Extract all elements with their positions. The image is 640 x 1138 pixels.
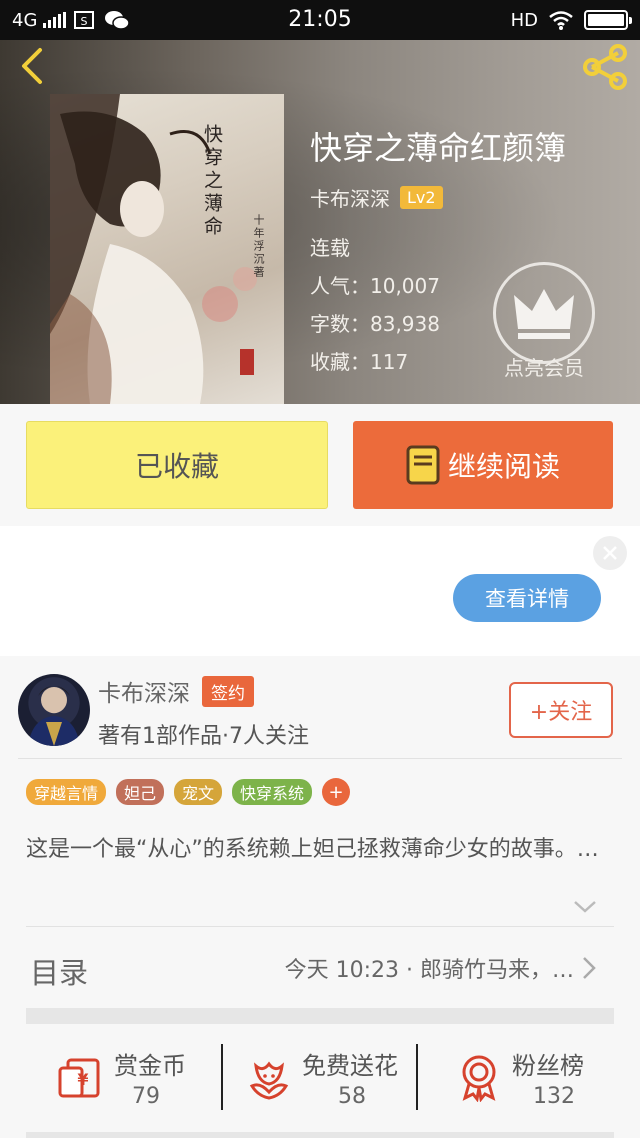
cover-title: 快穿之薄命 (201, 124, 223, 239)
book-info-section: 卡布深深 签约 著有1部作品·7人关注 +关注 穿越言情 妲己 宠文 快穿系统 … (0, 656, 640, 1138)
support-stats-row: ¥ 赏金币 79 免费送花 58 粉丝榜 132 (26, 1024, 614, 1124)
tag-item[interactable]: 宠文 (174, 779, 223, 805)
follow-button[interactable]: +关注 (509, 682, 613, 738)
author-avatar[interactable] (18, 674, 90, 746)
author-row: 卡布深深 Lv2 (310, 183, 443, 212)
favorites-stat: 收藏：117 (310, 350, 409, 374)
view-details-button[interactable]: 查看详情 (453, 574, 601, 622)
cover-subtitle: 十年浮沉著 (252, 214, 265, 279)
cover-seal (240, 349, 254, 375)
book-summary: 这是一个最“从心”的系统赖上妲己拯救薄命少女的故事。… (26, 837, 599, 862)
action-bar: 已收藏 继续阅读 (0, 404, 640, 526)
ad-banner: 查看详情 (0, 526, 640, 656)
add-tag-button[interactable]: + (322, 778, 351, 806)
hd-indicator: HD (510, 9, 538, 31)
battery-icon (584, 10, 632, 30)
vip-membership-button[interactable] (493, 262, 595, 364)
fan-ranking-count: 132 (533, 1084, 575, 1109)
reward-coin-icon: ¥ (58, 1058, 100, 1098)
divider (18, 758, 622, 759)
reward-coin-label: 赏金币 (114, 1052, 186, 1080)
status-bar: 4G S 21:05 HD (0, 0, 640, 40)
free-flower-label: 免费送花 (302, 1052, 398, 1080)
crown-icon (514, 289, 574, 339)
share-icon[interactable] (580, 44, 630, 90)
book-title: 快穿之薄命红颜簿 (310, 129, 567, 167)
word-count-stat: 字数：83,938 (310, 312, 440, 336)
book-icon (406, 445, 440, 485)
divider (416, 1044, 418, 1110)
wifi-icon (549, 11, 573, 30)
tag-item[interactable]: 妲己 (116, 779, 165, 805)
serial-status: 连载 (310, 236, 350, 260)
svg-text:¥: ¥ (77, 1070, 88, 1089)
tag-list: 穿越言情 妲己 宠文 快穿系统 + (26, 778, 351, 806)
close-icon[interactable] (593, 536, 627, 570)
chevron-left-icon[interactable] (14, 46, 54, 86)
signed-badge: 签约 (202, 675, 254, 707)
book-cover[interactable]: 快穿之薄命 红颜 十年浮沉著 (50, 94, 284, 404)
award-ribbon-icon (462, 1055, 496, 1102)
chevron-right-icon (583, 957, 596, 979)
level-badge: Lv2 (400, 186, 443, 209)
divider (26, 926, 614, 927)
author-meta: 著有1部作品·7人关注 (98, 724, 309, 749)
fan-ranking-label: 粉丝榜 (512, 1052, 584, 1080)
section-separator (26, 1008, 614, 1024)
latest-chapter: 今天 10:23 · 郎骑竹马来，… (284, 958, 574, 983)
tag-item[interactable]: 穿越言情 (26, 779, 107, 805)
chevron-down-icon[interactable] (572, 898, 598, 916)
status-bar-right: HD (510, 0, 632, 40)
section-separator (26, 1132, 614, 1138)
divider (221, 1044, 223, 1110)
collected-button[interactable]: 已收藏 (26, 421, 328, 509)
vip-label[interactable]: 点亮会员 (488, 352, 600, 381)
author-name-2[interactable]: 卡布深深 (98, 674, 190, 708)
catalog-row[interactable]: 目录 今天 10:23 · 郎骑竹马来，… (26, 928, 614, 1010)
tag-item[interactable]: 快穿系统 (232, 779, 313, 805)
popularity-stat: 人气：10,007 (310, 274, 440, 298)
author-info-row: 卡布深深 签约 (98, 674, 254, 708)
continue-reading-button[interactable]: 继续阅读 (353, 421, 613, 509)
catalog-title: 目录 (30, 956, 89, 990)
book-header: 快穿之薄命 红颜 十年浮沉著 快穿之薄命红颜簿 卡布深深 Lv2 连载 人气：1… (0, 40, 640, 404)
author-name[interactable]: 卡布深深 (310, 183, 390, 212)
continue-reading-label: 继续阅读 (447, 450, 560, 483)
flower-icon (249, 1061, 289, 1100)
reward-coin-count: 79 (132, 1084, 160, 1109)
free-flower-count: 58 (338, 1084, 366, 1109)
